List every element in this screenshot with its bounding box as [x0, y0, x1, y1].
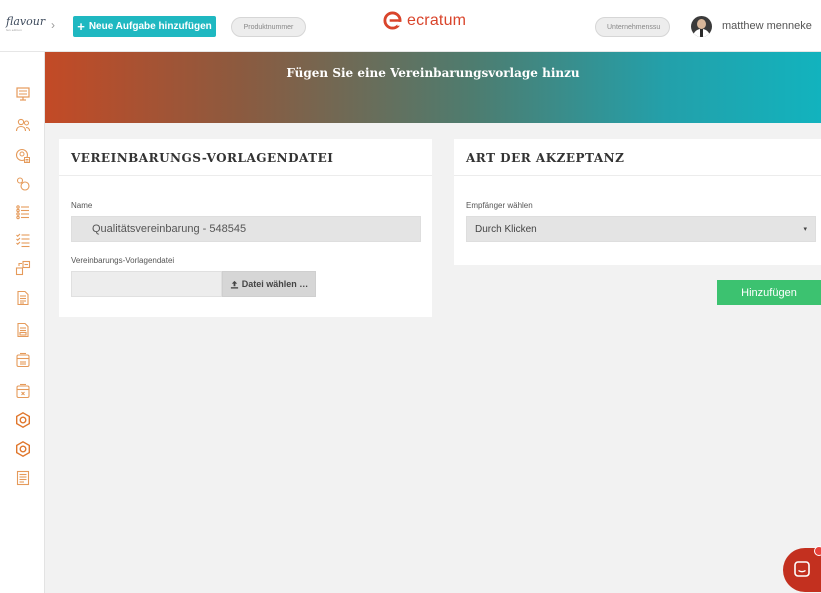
- acceptance-card-title: ART DER AKZEPTANZ: [466, 151, 625, 165]
- divider: [454, 175, 821, 176]
- notification-badge: [814, 546, 821, 556]
- transfer-icon[interactable]: [15, 260, 31, 276]
- avatar[interactable]: [691, 16, 712, 37]
- divider: [59, 175, 432, 176]
- brand-name: flavour: [6, 15, 46, 28]
- name-field[interactable]: Qualitätsvereinbarung - 548545: [71, 216, 421, 242]
- chevron-right-icon[interactable]: ›: [51, 18, 55, 32]
- hex-settings-alt-icon[interactable]: [15, 441, 31, 457]
- caret-down-icon: ▾: [803, 226, 807, 233]
- template-file-card: VEREINBARUNGS-VORLAGENDATEI Name Qualitä…: [59, 139, 432, 317]
- acceptance-card: ART DER AKZEPTANZ Empfänger wählen Durch…: [454, 139, 821, 265]
- chat-button[interactable]: [783, 546, 821, 592]
- recipient-select-value: Durch Klicken: [475, 223, 537, 235]
- user-name[interactable]: matthew menneke: [722, 20, 812, 32]
- users-icon[interactable]: [15, 117, 31, 133]
- brand-logo[interactable]: flavour fan edition: [6, 15, 46, 38]
- name-label: Name: [71, 201, 93, 210]
- ecratum-logo-icon: [383, 11, 402, 30]
- document-edit-icon[interactable]: [15, 322, 31, 338]
- recipient-select[interactable]: Durch Klicken ▾: [466, 216, 816, 242]
- recipient-label: Empfänger wählen: [466, 201, 533, 210]
- chat-icon: [794, 561, 810, 577]
- plus-icon: +: [77, 18, 85, 34]
- brand-tagline: fan edition: [6, 28, 23, 32]
- ecratum-logo[interactable]: ecratum: [383, 11, 466, 30]
- product-number-search[interactable]: Produktnummer: [231, 17, 306, 37]
- report-icon[interactable]: [15, 470, 31, 486]
- page-banner: Fügen Sie eine Vereinbarungsvorlage hinz…: [45, 52, 821, 123]
- new-task-button[interactable]: + Neue Aufgabe hinzufügen: [73, 16, 216, 37]
- template-card-title: VEREINBARUNGS-VORLAGENDATEI: [71, 151, 334, 165]
- sidebar: [0, 52, 45, 593]
- user-profile-icon[interactable]: [15, 148, 31, 164]
- file-path-field[interactable]: [71, 271, 222, 297]
- page-title: Fügen Sie eine Vereinbarungsvorlage hinz…: [286, 66, 580, 80]
- upload-icon: [230, 280, 238, 289]
- choose-file-button[interactable]: Datei wählen …: [222, 271, 316, 297]
- template-file-label: Vereinbarungs-Vorlagendatei: [71, 256, 175, 265]
- box-icon[interactable]: [15, 352, 31, 368]
- list-icon[interactable]: [15, 204, 31, 220]
- network-icon[interactable]: [15, 176, 31, 192]
- top-header: flavour fan edition › + Neue Aufgabe hin…: [0, 0, 821, 52]
- new-task-label: Neue Aufgabe hinzufügen: [88, 21, 212, 32]
- add-button[interactable]: Hinzufügen: [717, 280, 821, 305]
- hex-settings-icon[interactable]: [15, 412, 31, 428]
- company-search[interactable]: Unternehmenssu: [595, 17, 670, 37]
- monitor-icon[interactable]: [15, 86, 31, 102]
- document-icon[interactable]: [15, 290, 31, 306]
- choose-file-label: Datei wählen …: [241, 279, 309, 289]
- logo-text: ecratum: [407, 11, 467, 29]
- box-cancel-icon[interactable]: [15, 383, 31, 399]
- checklist-icon[interactable]: [15, 232, 31, 248]
